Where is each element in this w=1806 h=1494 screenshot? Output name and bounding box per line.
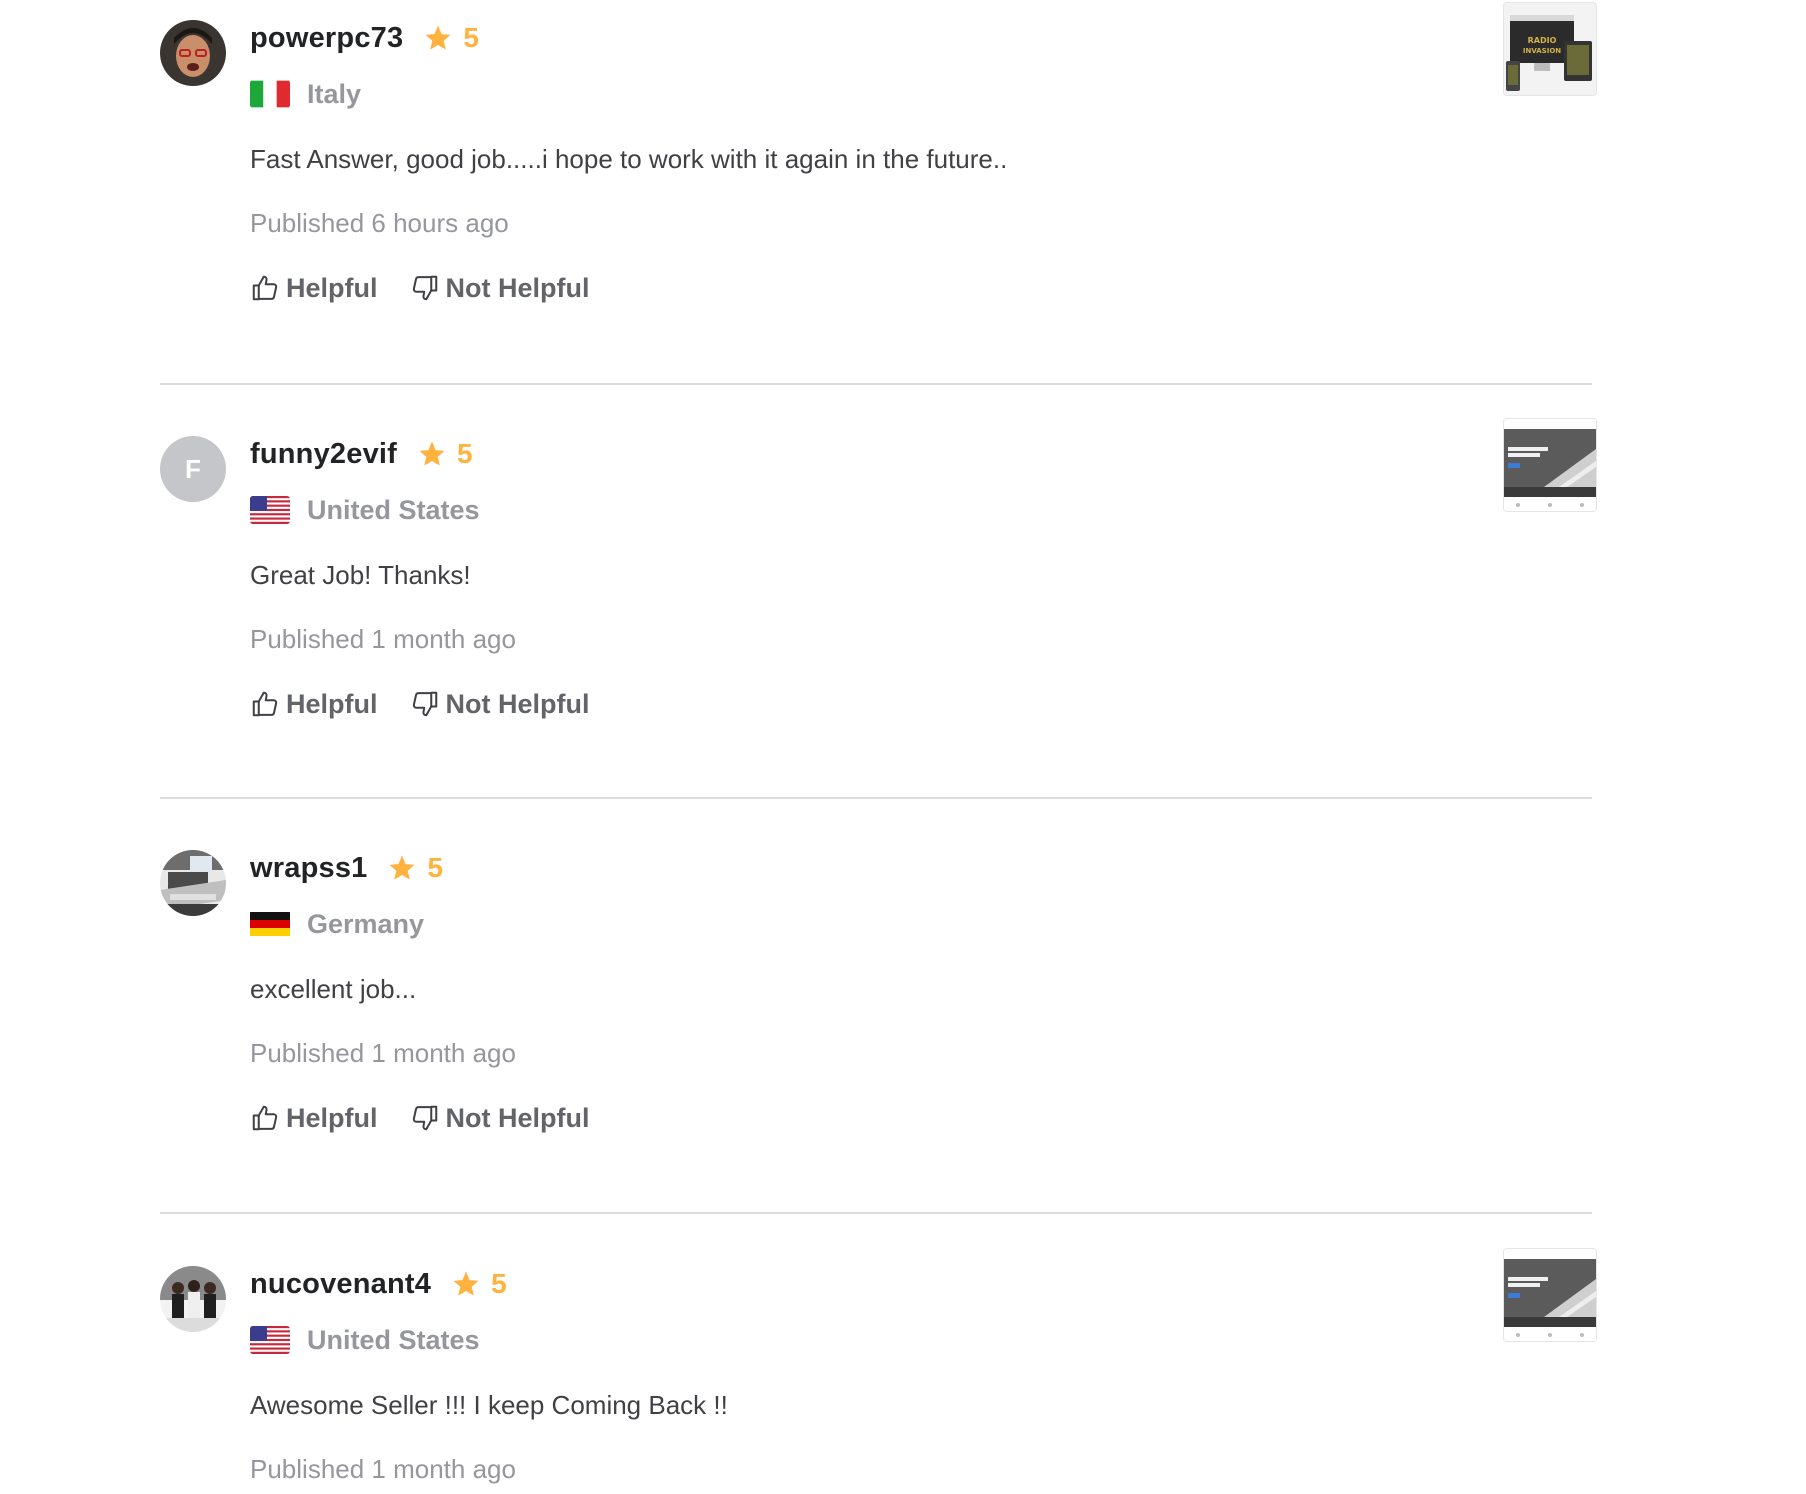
thumbs-up-icon <box>252 275 278 301</box>
helpful-label: Helpful <box>286 1102 378 1133</box>
italy-flag-icon <box>250 80 290 108</box>
rating-value: 5 <box>427 852 444 883</box>
germany-flag-icon <box>250 910 290 938</box>
helpful-button[interactable]: Helpful <box>250 689 378 720</box>
thumbs-down-icon <box>412 1105 437 1131</box>
not-helpful-label: Not Helpful <box>445 688 590 719</box>
star-icon <box>425 25 451 50</box>
country-name: United States <box>307 1324 480 1355</box>
username[interactable]: powerpc73 <box>250 22 403 55</box>
country-name: Italy <box>307 78 362 109</box>
thumbs-up-icon <box>252 691 278 717</box>
review-text: excellent job... <box>250 974 417 1004</box>
work-sample-thumbnail[interactable]: RADIO INVASION <box>1503 2 1597 96</box>
review-text: Fast Answer, good job.....i hope to work… <box>250 144 1008 174</box>
country-name: United States <box>307 494 480 525</box>
published-date: Published 1 month ago <box>250 1038 516 1068</box>
published-date: Published 1 month ago <box>250 624 516 654</box>
rating-value: 5 <box>463 22 479 53</box>
svg-text:INVASION: INVASION <box>1523 47 1561 55</box>
avatar[interactable] <box>160 1266 226 1332</box>
review-divider <box>160 383 1592 385</box>
thumbs-down-icon <box>412 691 437 717</box>
work-sample-thumbnail[interactable] <box>1503 418 1597 512</box>
us-flag-icon <box>250 496 290 524</box>
published-date: Published 1 month ago <box>250 1454 516 1484</box>
username[interactable]: funny2evif <box>250 438 397 471</box>
not-helpful-button[interactable]: Not Helpful <box>410 688 590 720</box>
review-divider <box>160 797 1592 799</box>
helpful-button[interactable]: Helpful <box>250 1103 378 1134</box>
avatar[interactable]: F <box>160 436 226 502</box>
thumbs-up-icon <box>252 1105 278 1131</box>
avatar[interactable] <box>160 20 226 86</box>
helpful-label: Helpful <box>286 688 378 719</box>
review-text: Awesome Seller !!! I keep Coming Back !! <box>250 1390 728 1420</box>
published-date: Published 6 hours ago <box>250 208 509 238</box>
review-divider <box>160 1212 1592 1214</box>
country-name: Germany <box>307 908 425 939</box>
username[interactable]: wrapss1 <box>250 852 367 885</box>
svg-text:RADIO: RADIO <box>1528 36 1557 45</box>
rating-value: 5 <box>491 1268 507 1299</box>
review-item: powerpc73 5 Italy Fast Answer, good job.… <box>160 2 1597 318</box>
work-sample-thumbnail[interactable] <box>1503 1248 1597 1342</box>
not-helpful-label: Not Helpful <box>445 272 590 303</box>
star-icon <box>453 1271 479 1296</box>
not-helpful-label: Not Helpful <box>445 1102 590 1133</box>
avatar[interactable] <box>160 850 226 916</box>
review-item: nucovenant4 5 United States Awesome Sell… <box>160 1248 1597 1494</box>
not-helpful-button[interactable]: Not Helpful <box>410 272 590 304</box>
us-flag-icon <box>250 1326 290 1354</box>
review-item: F funny2evif 5 United States Great Job! … <box>160 418 1597 734</box>
thumbs-down-icon <box>412 275 437 301</box>
review-item: wrapss1 5 Germany excellent job... Publi… <box>160 848 1590 1148</box>
rating-value: 5 <box>457 438 473 469</box>
helpful-label: Helpful <box>286 272 378 303</box>
username[interactable]: nucovenant4 <box>250 1268 431 1301</box>
star-icon <box>389 855 415 880</box>
review-text: Great Job! Thanks! <box>250 560 471 590</box>
not-helpful-button[interactable]: Not Helpful <box>410 1102 590 1134</box>
helpful-button[interactable]: Helpful <box>250 273 378 304</box>
star-icon <box>419 441 445 466</box>
